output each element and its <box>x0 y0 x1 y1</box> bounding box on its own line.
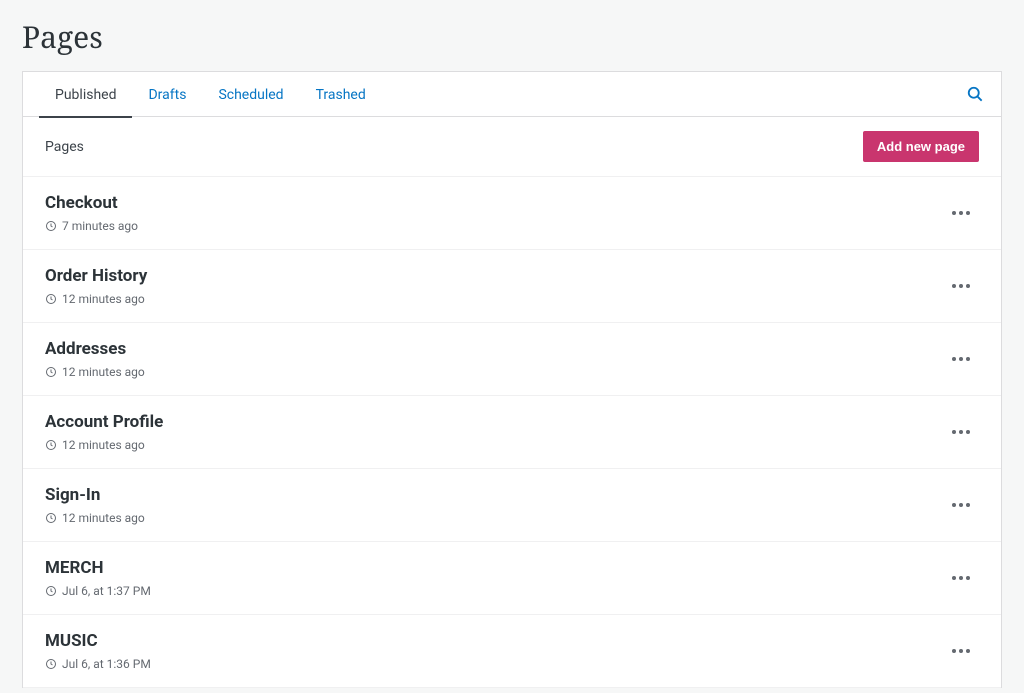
item-title: MERCH <box>45 558 151 578</box>
list-item[interactable]: Order History 12 minutes ago <box>23 250 1001 323</box>
item-timestamp: 12 minutes ago <box>62 438 145 452</box>
item-title: Sign-In <box>45 485 145 505</box>
list-item[interactable]: MERCH Jul 6, at 1:37 PM <box>23 542 1001 615</box>
item-timestamp: 7 minutes ago <box>62 219 138 233</box>
item-title: Addresses <box>45 339 145 359</box>
tab-published[interactable]: Published <box>39 72 132 118</box>
page-title: Pages <box>0 0 1024 71</box>
clock-icon <box>45 439 57 451</box>
item-title: MUSIC <box>45 631 151 651</box>
clock-icon <box>45 220 57 232</box>
item-timestamp: 12 minutes ago <box>62 292 145 306</box>
more-icon[interactable] <box>943 640 979 662</box>
list-heading: Pages <box>45 139 84 155</box>
tab-trashed[interactable]: Trashed <box>300 72 382 118</box>
item-meta: Jul 6, at 1:37 PM <box>45 584 151 598</box>
clock-icon <box>45 293 57 305</box>
list-item[interactable]: Addresses 12 minutes ago <box>23 323 1001 396</box>
item-meta: 12 minutes ago <box>45 511 145 525</box>
tab-scheduled[interactable]: Scheduled <box>202 72 299 118</box>
item-timestamp: 12 minutes ago <box>62 511 145 525</box>
list-item[interactable]: MUSIC Jul 6, at 1:36 PM <box>23 615 1001 688</box>
item-meta: 12 minutes ago <box>45 365 145 379</box>
item-meta: 7 minutes ago <box>45 219 138 233</box>
more-icon[interactable] <box>943 567 979 589</box>
item-title: Account Profile <box>45 412 163 432</box>
pages-list: Pages Add new page Checkout 7 minutes ag… <box>22 117 1002 688</box>
more-icon[interactable] <box>943 494 979 516</box>
more-icon[interactable] <box>943 202 979 224</box>
tabs-list: Published Drafts Scheduled Trashed <box>39 72 382 117</box>
search-icon[interactable] <box>965 84 985 104</box>
clock-icon <box>45 658 57 670</box>
item-timestamp: Jul 6, at 1:36 PM <box>62 657 151 671</box>
list-item[interactable]: Account Profile 12 minutes ago <box>23 396 1001 469</box>
clock-icon <box>45 366 57 378</box>
item-timestamp: 12 minutes ago <box>62 365 145 379</box>
item-title: Order History <box>45 266 147 286</box>
list-header: Pages Add new page <box>23 117 1001 177</box>
add-new-page-button[interactable]: Add new page <box>863 131 979 162</box>
item-meta: 12 minutes ago <box>45 438 163 452</box>
tab-drafts[interactable]: Drafts <box>132 72 202 118</box>
list-item[interactable]: Sign-In 12 minutes ago <box>23 469 1001 542</box>
item-title: Checkout <box>45 193 138 213</box>
clock-icon <box>45 585 57 597</box>
item-meta: 12 minutes ago <box>45 292 147 306</box>
list-item[interactable]: Checkout 7 minutes ago <box>23 177 1001 250</box>
item-meta: Jul 6, at 1:36 PM <box>45 657 151 671</box>
clock-icon <box>45 512 57 524</box>
item-timestamp: Jul 6, at 1:37 PM <box>62 584 151 598</box>
more-icon[interactable] <box>943 348 979 370</box>
tabs-bar: Published Drafts Scheduled Trashed <box>22 71 1002 117</box>
more-icon[interactable] <box>943 421 979 443</box>
more-icon[interactable] <box>943 275 979 297</box>
